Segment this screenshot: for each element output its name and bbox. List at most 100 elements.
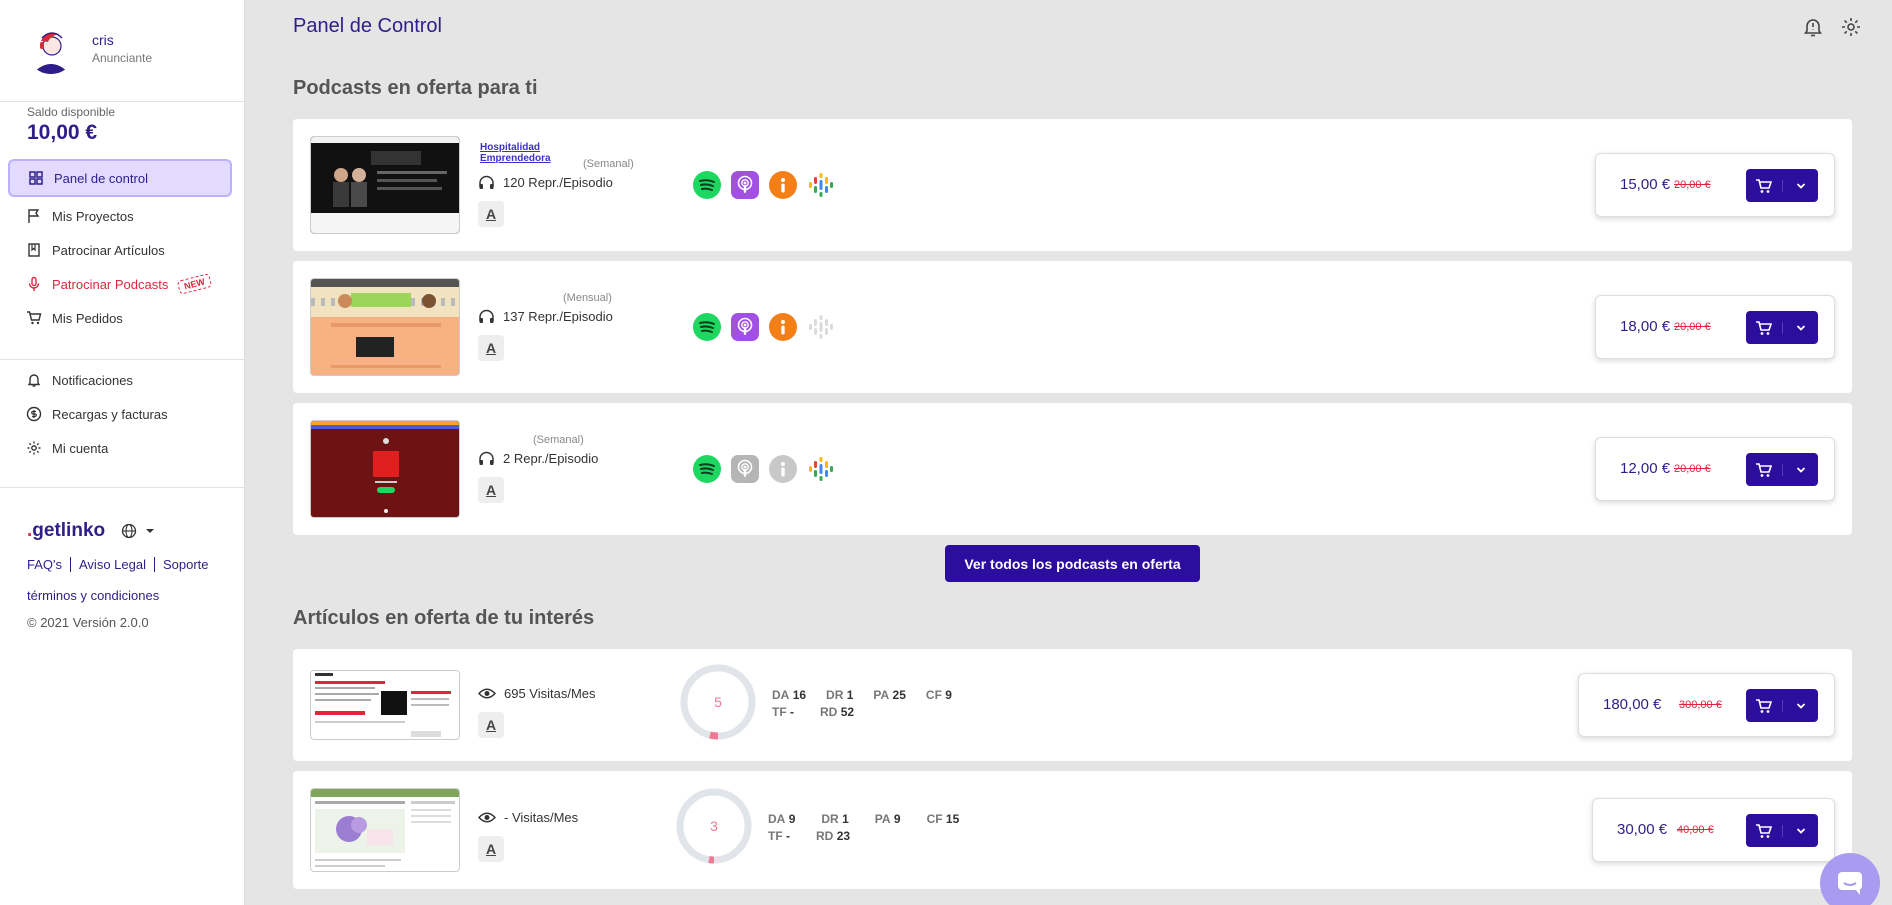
- ivoox-icon[interactable]: [769, 171, 797, 199]
- nav-item-panel-de-control[interactable]: Panel de control: [8, 159, 232, 197]
- old-price: 20,00 €: [1674, 179, 1711, 191]
- legal-link[interactable]: Aviso Legal: [70, 557, 154, 572]
- cart-icon: [1756, 320, 1773, 335]
- podcasts-section-title: Podcasts en oferta para ti: [293, 77, 538, 99]
- eye-icon: [478, 812, 496, 823]
- apple-podcasts-icon-disabled: [731, 455, 759, 483]
- cart-icon: [1756, 462, 1773, 477]
- chevron-down-icon[interactable]: [1795, 700, 1807, 712]
- google-podcasts-icon-disabled: [807, 313, 835, 341]
- plays-metric: 137 Repr./Episodio: [478, 309, 613, 324]
- book-icon: [28, 243, 40, 257]
- chevron-down-icon[interactable]: [1795, 322, 1807, 334]
- apple-podcasts-icon[interactable]: [731, 313, 759, 341]
- podcast-card: Hospitalidad Emprendedora (Semanal) 120 …: [293, 119, 1852, 251]
- podcast-thumbnail[interactable]: [310, 420, 460, 518]
- nav-label: Patrocinar Artículos: [52, 242, 165, 258]
- terms-link[interactable]: términos y condiciones: [27, 588, 159, 603]
- chevron-down-icon[interactable]: [1795, 180, 1807, 192]
- anchor-text-button[interactable]: A: [478, 836, 504, 862]
- brand-logo[interactable]: .getlinko: [27, 520, 105, 542]
- chevron-down-icon[interactable]: [1795, 464, 1807, 476]
- bell-icon[interactable]: [1802, 16, 1824, 38]
- score-gauge: 3: [676, 788, 752, 864]
- price-box: 15,00 € 20,00 €: [1595, 153, 1835, 217]
- article-thumbnail[interactable]: [310, 788, 460, 872]
- spotify-icon[interactable]: [693, 455, 721, 483]
- podcast-name[interactable]: Hospitalidad Emprendedora: [480, 142, 580, 164]
- anchor-text-button[interactable]: A: [478, 335, 504, 361]
- price: 30,00 €: [1617, 821, 1668, 838]
- google-podcasts-icon[interactable]: [807, 455, 835, 483]
- chevron-down-icon[interactable]: [1795, 825, 1807, 837]
- platforms: [693, 171, 835, 199]
- sidebar: cris Anunciante Saldo disponible 10,00 €…: [0, 0, 245, 905]
- nav-item-notificaciones[interactable]: Notificaciones: [8, 363, 232, 397]
- settings-gear-icon[interactable]: [1840, 16, 1862, 38]
- add-to-cart-button[interactable]: [1746, 453, 1818, 486]
- nav-label: Patrocinar Podcasts: [52, 276, 169, 292]
- nav-label: Mis Proyectos: [52, 208, 134, 224]
- globe-icon: [121, 523, 137, 539]
- caret-down-icon: [146, 529, 155, 533]
- old-price: 40,00 €: [1677, 824, 1714, 836]
- gear-icon: [27, 441, 41, 455]
- article-thumbnail[interactable]: [310, 670, 460, 740]
- anchor-text-button[interactable]: A: [478, 201, 504, 227]
- support-link[interactable]: Soporte: [153, 557, 217, 572]
- podcast-thumbnail[interactable]: [310, 136, 460, 234]
- add-to-cart-button[interactable]: [1746, 689, 1818, 722]
- price-box: 12,00 € 20,00 €: [1595, 437, 1835, 501]
- score-value: 5: [714, 694, 722, 710]
- platforms: [693, 455, 835, 483]
- ivoox-icon[interactable]: [769, 313, 797, 341]
- spotify-icon[interactable]: [693, 313, 721, 341]
- score-value: 3: [710, 818, 718, 834]
- nav-item-patrocinar-articulos[interactable]: Patrocinar Artículos: [8, 233, 232, 267]
- view-all-podcasts-button[interactable]: Ver todos los podcasts en oferta: [945, 545, 1200, 582]
- brand-row: .getlinko: [27, 520, 157, 542]
- apple-podcasts-icon[interactable]: [731, 171, 759, 199]
- anchor-text-button[interactable]: A: [478, 712, 504, 738]
- faq-link[interactable]: FAQ's: [27, 557, 70, 572]
- add-to-cart-button[interactable]: [1746, 169, 1818, 202]
- nav-item-mis-pedidos[interactable]: Mis Pedidos: [8, 301, 232, 335]
- ivoox-icon-disabled: [769, 455, 797, 483]
- price: 18,00 €: [1620, 318, 1671, 335]
- dollar-circle-icon: [26, 406, 42, 422]
- language-selector[interactable]: [121, 523, 157, 539]
- headphones-icon: [479, 175, 494, 189]
- plays-metric: 2 Repr./Episodio: [478, 451, 598, 466]
- nav-item-recargas-y-facturas[interactable]: Recargas y facturas: [8, 397, 232, 431]
- price-box: 180,00 € 300,00 €: [1578, 673, 1835, 737]
- podcast-card: (Semanal) 2 Repr./Episodio A 12,00 € 20,…: [293, 403, 1852, 535]
- spotify-icon[interactable]: [693, 171, 721, 199]
- cart-icon: [1756, 698, 1773, 713]
- avatar: [26, 24, 76, 74]
- nav-label: Mi cuenta: [52, 440, 109, 456]
- price-box: 18,00 € 20,00 €: [1595, 295, 1835, 359]
- balance-value: 10,00 €: [27, 121, 98, 144]
- anchor-text-button[interactable]: A: [478, 477, 504, 503]
- article-card: - Visitas/Mes A 3 DA 9 DR 1 PA 9 CF 15 T…: [293, 771, 1852, 889]
- user-role: Anunciante: [92, 51, 153, 65]
- nav-item-patrocinar-podcasts[interactable]: Patrocinar Podcasts NEW: [8, 267, 232, 301]
- nav-item-mis-proyectos[interactable]: Mis Proyectos: [8, 199, 232, 233]
- nav-item-mi-cuenta[interactable]: Mi cuenta: [8, 431, 232, 465]
- visits-metric: - Visitas/Mes: [478, 810, 578, 825]
- chat-button[interactable]: [1820, 853, 1880, 905]
- flag-icon: [28, 209, 40, 223]
- plays-metric: 120 Repr./Episodio: [478, 175, 613, 190]
- add-to-cart-button[interactable]: [1746, 814, 1818, 847]
- price-box: 30,00 € 40,00 €: [1592, 798, 1835, 862]
- google-podcasts-icon[interactable]: [807, 171, 835, 199]
- headphones-icon: [479, 451, 494, 465]
- podcast-card: (Mensual) 137 Repr./Episodio A 18,00 € 2…: [293, 261, 1852, 393]
- seo-stats: DA 16 DR 1 PA 25 CF 9 TF - RD 52: [772, 688, 952, 719]
- user-profile[interactable]: cris Anunciante: [26, 24, 152, 74]
- podcast-thumbnail[interactable]: [310, 278, 460, 376]
- cart-icon: [27, 311, 42, 325]
- main-nav: Panel de control Mis Proyectos Patrocina…: [8, 159, 232, 465]
- add-to-cart-button[interactable]: [1746, 311, 1818, 344]
- microphone-icon: [28, 276, 40, 291]
